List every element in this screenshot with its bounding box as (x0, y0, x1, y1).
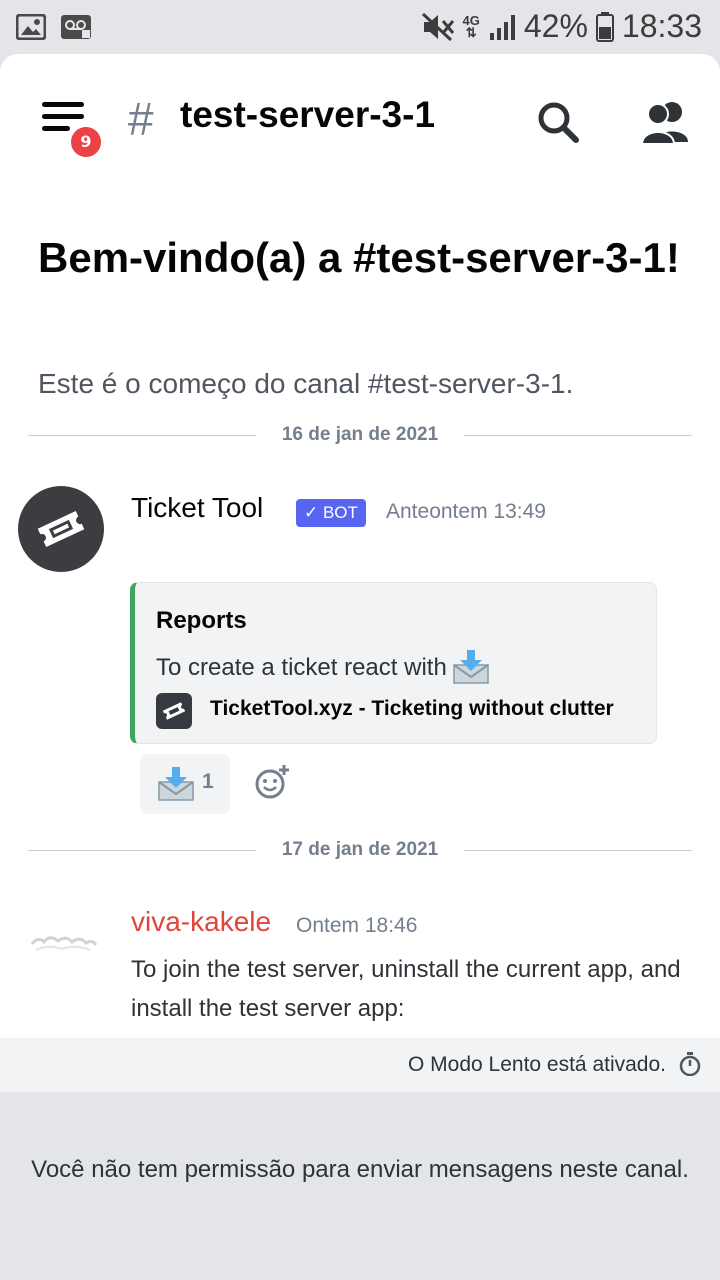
composer-disabled: Você não tem permissão para enviar mensa… (0, 1092, 720, 1280)
notification-badge: 9 (68, 124, 104, 160)
search-icon (538, 102, 579, 143)
clock: 18:33 (621, 8, 702, 44)
channel-hash-icon: # (128, 93, 154, 145)
members-icon (640, 102, 688, 145)
avatar[interactable] (28, 922, 98, 962)
date-divider: 16 de jan de 2021 (28, 424, 692, 448)
battery-percent: 42% (523, 8, 588, 44)
image-icon (16, 14, 46, 40)
no-permission-text: Você não tem permissão para enviar mensa… (31, 1156, 689, 1183)
slowmode-bar: O Modo Lento está ativado. (0, 1038, 720, 1092)
search-button[interactable] (534, 98, 582, 146)
channel-header: 9 # test-server-3-1 (0, 54, 720, 182)
reaction-count: 1 (202, 770, 214, 793)
channel-title: test-server-3-1 (180, 94, 436, 135)
add-reaction-button[interactable] (254, 764, 290, 800)
reaction-inbox-tray[interactable]: 1 (140, 754, 230, 814)
inbox-tray-icon (158, 767, 194, 801)
network-indicator: 4G ⇅ (462, 12, 480, 40)
stopwatch-icon (679, 1052, 701, 1076)
channel-view: 9 # test-server-3-1 Bem-vindo(a) a #test… (0, 54, 720, 1280)
welcome-title: Bem-vindo(a) a #test-server-3-1! (38, 234, 680, 281)
message-timestamp: Anteontem 13:49 (386, 500, 546, 523)
embed-footer: TicketTool.xyz - Ticketing without clutt… (210, 697, 614, 720)
avatar[interactable] (18, 486, 104, 572)
bot-tag: ✓ BOT (296, 499, 366, 527)
embed-description: To create a ticket react with (156, 649, 491, 687)
embed-title: Reports (156, 607, 247, 634)
members-button[interactable] (640, 98, 692, 146)
signal-icon (489, 14, 515, 40)
ticket-icon (162, 702, 186, 720)
avatar-image (30, 936, 98, 951)
add-emoji-icon (255, 765, 289, 799)
message-embed: Reports To create a ticket react with Ti… (130, 582, 657, 744)
voicemail-icon (61, 15, 91, 39)
message-timestamp: Ontem 18:46 (296, 914, 418, 937)
mute-icon (421, 12, 454, 41)
ticket-icon (37, 511, 85, 547)
status-bar: 4G ⇅ 42% 18:33 (0, 0, 720, 54)
message-author[interactable]: viva-kakele (131, 906, 271, 938)
message-author[interactable]: Ticket Tool (131, 492, 263, 524)
slowmode-text: O Modo Lento está ativado. (408, 1053, 666, 1076)
battery-icon (595, 11, 614, 42)
inbox-tray-icon (453, 650, 489, 684)
date-divider: 17 de jan de 2021 (28, 839, 692, 863)
embed-footer-icon (156, 693, 192, 729)
message-text: To join the test server, uninstall the c… (131, 956, 681, 1022)
welcome-subtitle: Este é o começo do canal #test-server-3-… (38, 368, 574, 399)
